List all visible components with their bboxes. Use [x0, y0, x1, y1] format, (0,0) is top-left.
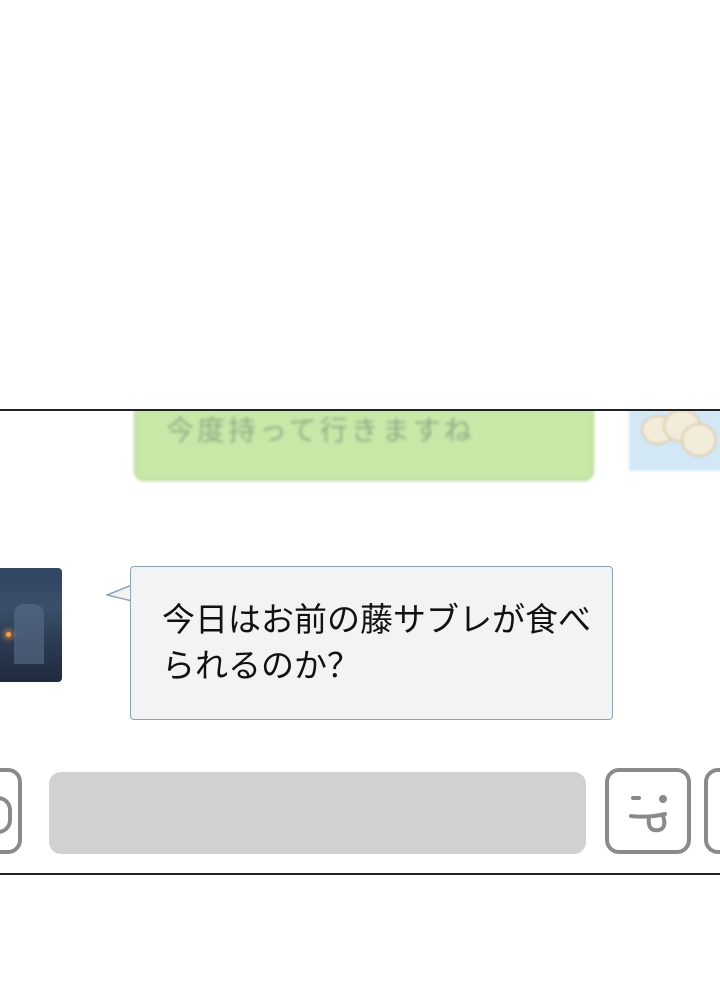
page: 今度持って行きますね 今日はお前の藤サブレが食べられるのか？ — [0, 0, 720, 1000]
received-message-bubble: 今日はお前の藤サブレが食べられるのか？ — [130, 566, 613, 720]
more-icon[interactable] — [704, 768, 720, 854]
attach-icon[interactable] — [0, 768, 22, 854]
friend-avatar[interactable] — [0, 568, 62, 682]
received-message-text: 今日はお前の藤サブレが食べられるのか？ — [162, 600, 591, 685]
tongue-out-emoji-icon[interactable] — [605, 768, 691, 854]
self-avatar[interactable] — [629, 411, 720, 471]
chat-panel: 今度持って行きますね 今日はお前の藤サブレが食べられるのか？ — [0, 409, 720, 875]
sent-message-bubble: 今度持って行きますね — [134, 411, 594, 481]
message-input[interactable] — [49, 772, 586, 854]
sent-message-text: 今度持って行きますね — [166, 414, 475, 447]
